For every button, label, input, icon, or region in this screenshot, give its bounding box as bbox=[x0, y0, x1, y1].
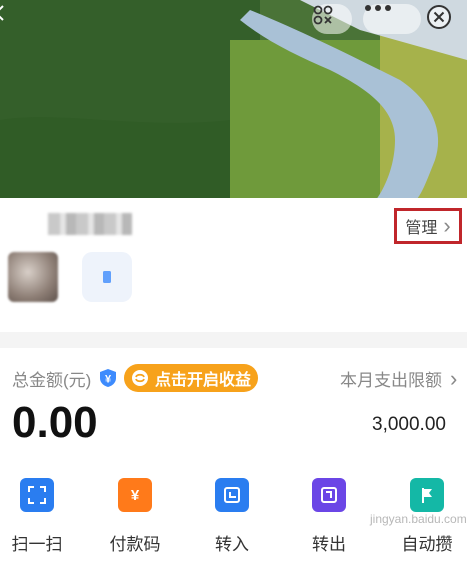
scan-button[interactable] bbox=[312, 4, 352, 34]
section-divider bbox=[0, 332, 467, 348]
action-label: 自动攒 bbox=[401, 535, 453, 554]
action-label: 付款码 bbox=[109, 535, 161, 554]
flag-icon bbox=[410, 478, 444, 512]
svg-text:¥: ¥ bbox=[105, 374, 112, 386]
svg-text:¥: ¥ bbox=[131, 487, 140, 504]
close-button[interactable] bbox=[426, 4, 462, 34]
yuan-icon: ¥ bbox=[118, 478, 152, 512]
transfer-in-icon bbox=[215, 478, 249, 512]
manage-button[interactable]: 管理 › bbox=[394, 208, 462, 244]
monthly-limit-link[interactable]: 本月支出限额 › bbox=[340, 366, 457, 391]
action-label: 扫一扫 bbox=[11, 535, 63, 554]
enable-earnings-label: 点击开启收益 bbox=[154, 372, 251, 389]
action-label: 转出 bbox=[312, 535, 346, 554]
chevron-right-icon: › bbox=[443, 213, 451, 238]
watermark: jingyan.baidu.com bbox=[370, 512, 467, 526]
manage-label: 管理 bbox=[405, 220, 438, 237]
account-name-blurred bbox=[48, 213, 132, 235]
action-transfer-out[interactable]: 转出 bbox=[294, 478, 364, 555]
scan-frame-icon bbox=[20, 478, 54, 512]
transfer-out-icon bbox=[312, 478, 346, 512]
scan-icon bbox=[313, 5, 333, 25]
card-icon bbox=[103, 271, 111, 283]
more-button[interactable] bbox=[363, 4, 421, 34]
shield-yuan-icon[interactable]: ¥ bbox=[98, 368, 118, 388]
chevron-right-icon: › bbox=[450, 365, 458, 391]
monthly-limit-value: 3,000.00 bbox=[372, 414, 446, 435]
avatar[interactable] bbox=[8, 252, 58, 302]
coin-icon bbox=[131, 370, 148, 386]
action-scan[interactable]: 扫一扫 bbox=[2, 478, 72, 555]
enable-earnings-button[interactable]: 点击开启收益 bbox=[124, 364, 258, 392]
action-transfer-in[interactable]: 转入 bbox=[197, 478, 267, 555]
account-badge-icon[interactable] bbox=[82, 252, 132, 302]
total-amount-label: 总金额(元) bbox=[12, 371, 92, 390]
more-icon bbox=[365, 5, 391, 11]
close-icon bbox=[427, 5, 451, 29]
header-landscape-image bbox=[0, 0, 467, 205]
balance-amount: 0.00 bbox=[12, 398, 98, 447]
action-label: 转入 bbox=[215, 535, 249, 554]
back-icon bbox=[0, 5, 4, 21]
action-payment-code[interactable]: ¥ 付款码 bbox=[100, 478, 170, 555]
monthly-limit-label: 本月支出限额 bbox=[340, 371, 442, 390]
